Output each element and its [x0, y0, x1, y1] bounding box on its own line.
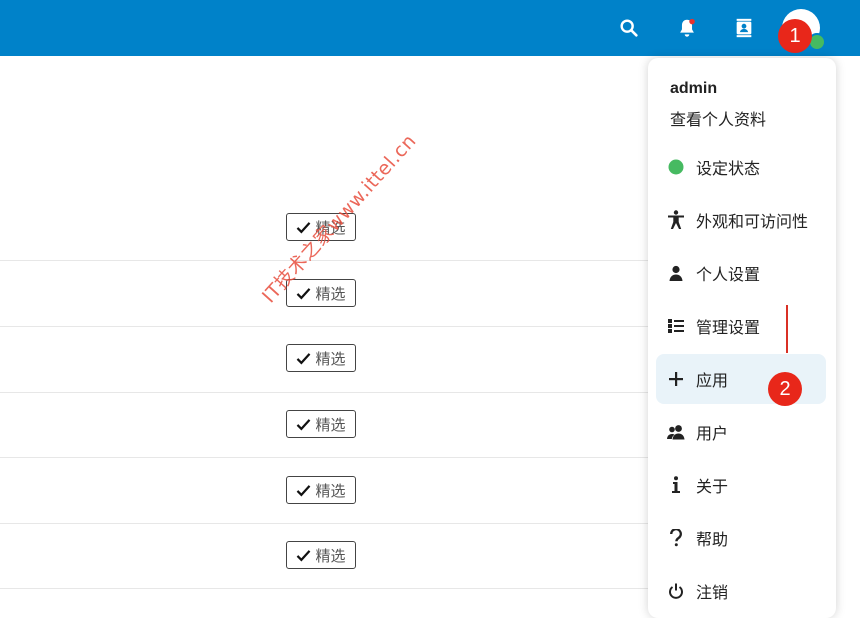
menu-item-help[interactable]: 帮助 [656, 513, 826, 563]
menu-item-set-status[interactable]: 设定状态 [656, 142, 826, 192]
search-icon[interactable] [615, 14, 643, 42]
featured-badge: 精选 [286, 476, 356, 504]
featured-badge: 精选 [286, 410, 356, 438]
users-icon [656, 407, 696, 457]
status-dot-icon [656, 142, 696, 192]
menu-item-label: 个人设置 [696, 265, 761, 284]
featured-badge: 精选 [286, 541, 356, 569]
accessibility-icon [656, 195, 696, 245]
menu-item-label: 设定状态 [696, 159, 761, 178]
featured-label: 精选 [315, 349, 346, 368]
contacts-icon[interactable] [730, 14, 758, 42]
check-icon [297, 418, 311, 430]
menu-item-appearance[interactable]: 外观和可访问性 [656, 195, 826, 245]
check-icon [297, 549, 311, 561]
row-divider [0, 588, 650, 589]
menu-item-label: 关于 [696, 477, 729, 496]
menu-item-label: 应用 [696, 371, 729, 390]
check-icon [297, 484, 311, 496]
row-divider [0, 392, 650, 393]
check-icon [297, 352, 311, 364]
user-menu: admin 查看个人资料 设定状态 外观和可访问性 个人设置 管理设置 应用 用… [648, 58, 836, 618]
menu-item-admin-settings[interactable]: 管理设置 [656, 301, 826, 351]
menu-item-personal-settings[interactable]: 个人设置 [656, 248, 826, 298]
top-navigation-bar [0, 0, 860, 56]
featured-label: 精选 [315, 415, 346, 434]
menu-item-apps[interactable]: 应用 [656, 354, 826, 404]
view-profile-link[interactable]: 查看个人资料 [670, 106, 766, 130]
menu-item-users[interactable]: 用户 [656, 407, 826, 457]
featured-label: 精选 [315, 284, 346, 303]
menu-item-label: 帮助 [696, 530, 729, 549]
menu-item-about[interactable]: 关于 [656, 460, 826, 510]
menu-username: admin [670, 80, 718, 97]
user-menu-header[interactable]: admin 查看个人资料 [670, 80, 766, 130]
plus-icon [656, 354, 696, 404]
row-divider [0, 523, 650, 524]
featured-label: 精选 [315, 546, 346, 565]
admin-settings-icon [656, 301, 696, 351]
step-badge-2: 2 [768, 372, 802, 406]
row-divider [0, 326, 650, 327]
step-badge-1: 1 [778, 19, 812, 53]
menu-item-logout[interactable]: 注销 [656, 566, 826, 616]
menu-item-label: 管理设置 [696, 318, 761, 337]
row-divider [0, 457, 650, 458]
row-divider [0, 260, 650, 261]
menu-item-label: 用户 [696, 424, 729, 443]
menu-item-label: 注销 [696, 583, 729, 602]
featured-badge: 精选 [286, 344, 356, 372]
menu-item-label: 外观和可访问性 [696, 212, 809, 231]
user-icon [656, 248, 696, 298]
featured-label: 精选 [315, 481, 346, 500]
annotation-line [786, 305, 788, 353]
bell-icon[interactable] [673, 14, 701, 42]
check-icon [297, 287, 311, 299]
logout-icon [656, 566, 696, 616]
help-icon [656, 513, 696, 563]
info-icon [656, 460, 696, 510]
